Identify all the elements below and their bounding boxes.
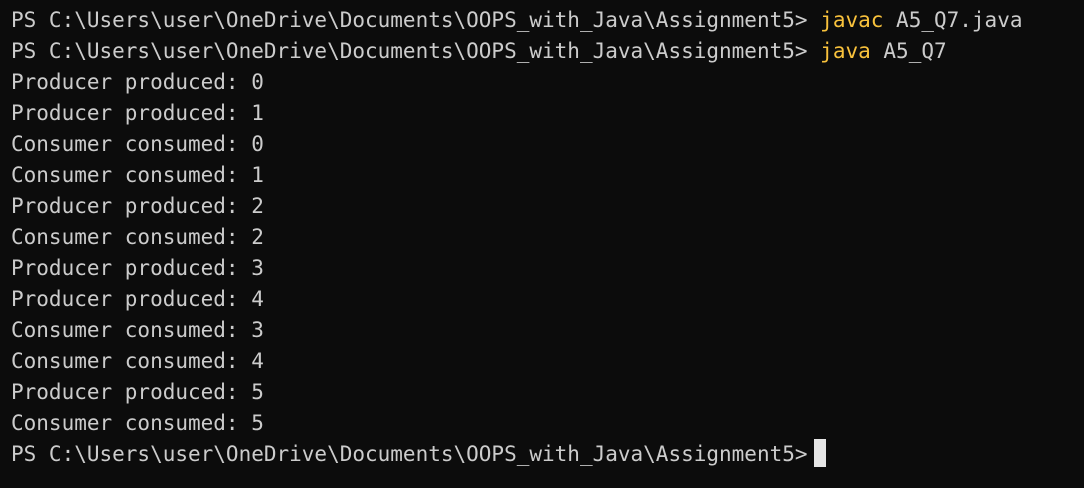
output-line: Consumer consumed: 3: [11, 318, 264, 342]
output-line: Producer produced: 4: [11, 287, 264, 311]
output-line: Consumer consumed: 0: [11, 132, 264, 156]
output-line: Producer produced: 0: [11, 70, 264, 94]
command-name: javac: [820, 8, 884, 32]
output-line: Consumer consumed: 1: [11, 163, 264, 187]
output-line: Consumer consumed: 4: [11, 349, 264, 373]
output-line: Producer produced: 2: [11, 194, 264, 218]
output-line: Producer produced: 3: [11, 256, 264, 280]
prompt: PS C:\Users\user\OneDrive\Documents\OOPS…: [11, 8, 808, 32]
output-line: Consumer consumed: 2: [11, 225, 264, 249]
active-prompt-line[interactable]: PS C:\Users\user\OneDrive\Documents\OOPS…: [11, 439, 1084, 470]
command-line-2: PS C:\Users\user\OneDrive\Documents\OOPS…: [11, 36, 1084, 67]
command-args: A5_Q7: [883, 39, 947, 63]
terminal-window[interactable]: PS C:\Users\user\OneDrive\Documents\OOPS…: [0, 0, 1084, 488]
output-line: Producer produced: 5: [11, 380, 264, 404]
prompt: PS C:\Users\user\OneDrive\Documents\OOPS…: [11, 442, 808, 466]
output-line: Consumer consumed: 5: [11, 411, 264, 435]
text-cursor[interactable]: [813, 439, 826, 467]
prompt: PS C:\Users\user\OneDrive\Documents\OOPS…: [11, 39, 808, 63]
command-name: java: [820, 39, 871, 63]
command-line-1: PS C:\Users\user\OneDrive\Documents\OOPS…: [11, 5, 1084, 36]
command-args: A5_Q7.java: [896, 8, 1023, 32]
output-line: Producer produced: 1: [11, 101, 264, 125]
